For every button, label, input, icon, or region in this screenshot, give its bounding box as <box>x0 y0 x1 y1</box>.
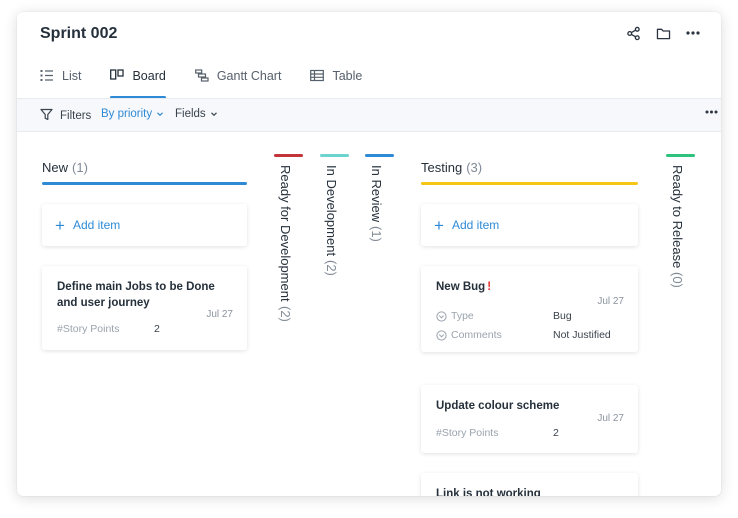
more-options-icon[interactable] <box>704 105 718 119</box>
column-name: In Review <box>369 165 384 223</box>
add-item-button[interactable]: + Add item <box>421 204 638 246</box>
column-name: In Development <box>324 165 339 257</box>
task-card[interactable]: Define main Jobs to be Done and user jou… <box>42 266 247 350</box>
filters-button[interactable]: Filters <box>40 108 91 124</box>
fields-dropdown[interactable]: Fields <box>175 108 218 120</box>
board-toolbar: Filters By priority Fields <box>17 98 721 132</box>
priority-flag: ! <box>487 281 492 293</box>
filter-icon <box>40 108 53 124</box>
column-color-bar <box>274 154 303 157</box>
task-field-value: Bug <box>553 310 572 322</box>
task-field-value: Not Justified <box>553 329 611 341</box>
column-header: Ready to Release (0) <box>670 165 685 288</box>
tab-board-label: Board <box>132 69 166 83</box>
sprint-board-window: Sprint 002 List Board Gantt Chart Table … <box>17 12 721 496</box>
task-title: Update colour scheme <box>436 400 560 412</box>
column-count: (2) <box>278 305 293 322</box>
column-color-bar <box>320 154 349 157</box>
task-title: New Bug! <box>436 281 492 293</box>
task-date: Jul 27 <box>206 309 233 320</box>
task-field-label: Type <box>436 310 474 322</box>
chevron-down-icon <box>156 108 164 120</box>
task-title: Define main Jobs to be Done and user jou… <box>57 281 215 309</box>
gantt-icon <box>194 69 209 83</box>
column-color-bar <box>365 154 394 157</box>
chevron-circle-icon <box>436 310 447 322</box>
board-icon <box>110 69 125 83</box>
column-color-bar <box>42 182 247 185</box>
task-date: Jul 27 <box>597 296 624 307</box>
tab-table[interactable]: Table <box>310 64 362 98</box>
tab-list[interactable]: List <box>40 64 81 98</box>
tab-table-label: Table <box>332 69 363 83</box>
task-field-label: Comments <box>436 329 502 341</box>
add-item-label: Add item <box>451 218 500 232</box>
priority-label: By priority <box>101 108 153 120</box>
task-field-label: #Story Points <box>57 323 120 335</box>
column-name: New <box>42 160 69 175</box>
folder-icon[interactable] <box>655 25 671 41</box>
more-options-icon[interactable] <box>685 25 701 41</box>
page-title: Sprint 002 <box>40 25 118 42</box>
add-item-button[interactable]: + Add item <box>42 204 247 246</box>
chevron-circle-icon <box>436 329 447 341</box>
task-card[interactable]: New Bug! Jul 27 Type Bug Comments Not Ju… <box>421 266 638 352</box>
column-count: (2) <box>324 260 339 276</box>
chevron-down-icon <box>210 108 218 120</box>
column-name: Testing <box>421 160 463 175</box>
column-header: Ready for Development (2) <box>278 165 293 321</box>
fields-label: Fields <box>175 108 206 120</box>
column-color-bar <box>421 182 638 185</box>
column-header: In Review (1) <box>369 165 384 242</box>
column-name: Ready to Release <box>670 165 685 269</box>
priority-dropdown[interactable]: By priority <box>101 108 164 120</box>
share-icon[interactable] <box>625 25 641 41</box>
task-date: Jul 27 <box>597 413 624 424</box>
column-header: New (1) <box>42 160 88 175</box>
kanban-board: New (1) + Add item Define main Jobs to be… <box>17 132 721 496</box>
table-icon <box>310 69 325 83</box>
view-tabs: List Board Gantt Chart Table <box>40 64 362 99</box>
page-header: Sprint 002 List Board Gantt Chart Table <box>17 12 721 99</box>
plus-icon: + <box>55 215 65 235</box>
list-icon <box>40 69 54 83</box>
task-title: Link is not working <box>436 488 541 496</box>
column-color-bar <box>666 154 695 157</box>
tab-gantt-label: Gantt Chart <box>216 69 282 83</box>
column-count: (3) <box>466 160 483 175</box>
tab-list-label: List <box>62 69 82 83</box>
column-header: In Development (2) <box>324 165 339 276</box>
task-card[interactable]: Update colour scheme Jul 27 #Story Point… <box>421 385 638 453</box>
column-name: Ready for Development <box>278 165 293 302</box>
column-count: (1) <box>369 226 384 242</box>
column-count: (1) <box>72 160 88 175</box>
header-actions <box>625 25 701 41</box>
filters-label: Filters <box>60 110 92 122</box>
task-field-value: 2 <box>154 323 160 335</box>
task-field-label: #Story Points <box>436 427 499 439</box>
column-header: Testing (3) <box>421 160 482 175</box>
task-field-value: 2 <box>553 427 559 439</box>
tab-gantt-chart[interactable]: Gantt Chart <box>194 64 282 98</box>
tab-board[interactable]: Board <box>110 64 167 99</box>
add-item-label: Add item <box>72 218 121 232</box>
column-count: (0) <box>670 272 685 289</box>
task-card[interactable]: Link is not working <box>421 473 638 496</box>
plus-icon: + <box>434 215 444 235</box>
